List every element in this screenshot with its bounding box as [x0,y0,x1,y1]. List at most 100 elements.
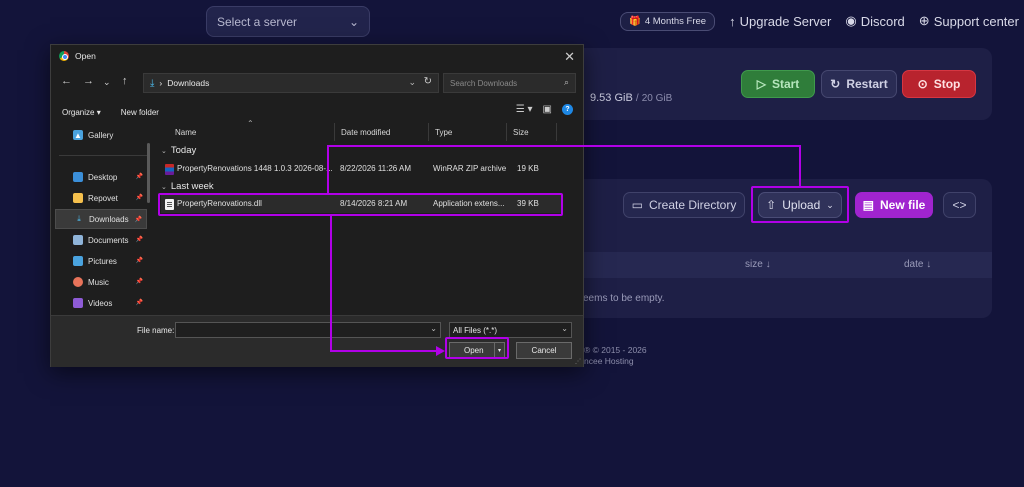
folder-icon [73,193,83,203]
file-row-zip[interactable]: PropertyRenovations 1448 1.0.3 2026-08-.… [161,160,561,178]
pin-icon: 📌 [135,279,143,285]
desktop-icon [73,172,83,182]
free-badge[interactable]: 🎁 4 Months Free [620,11,716,31]
server-select[interactable]: Select a server ⌄ [206,6,370,37]
date-modified-column-header[interactable]: Date modified [335,123,429,141]
discord-link[interactable]: ◉ Discord [845,13,904,29]
chevron-down-icon[interactable]: ⌄ [430,324,437,333]
create-directory-button[interactable]: ▭ Create Directory [623,192,745,218]
upgrade-server-link[interactable]: ↑ Upgrade Server [729,14,831,29]
file-date: 8/14/2026 8:21 AM [340,199,408,208]
documents-icon [73,235,83,245]
sidebar-item-repovet[interactable]: Repovet 📌 [55,188,147,208]
upload-label: Upload [782,198,821,212]
new-folder-button[interactable]: New folder [121,108,159,117]
sidebar-item-documents[interactable]: Documents 📌 [55,230,147,250]
resize-grip-icon[interactable]: ⋰ [575,358,581,365]
file-row-dll[interactable]: PropertyRenovations.dll 8/14/2026 8:21 A… [161,195,561,213]
file-icon: ▤ [862,198,874,212]
file-size: 39 KB [517,199,539,208]
chevron-down-icon: ⌄ [826,199,834,210]
file-type-value: All Files (*.*) [453,325,498,335]
lifebuoy-icon: ⊕ [918,13,930,28]
start-button[interactable]: ▷ Start [741,70,815,98]
size-column-header[interactable]: size ↓ [745,259,771,270]
group-last-week[interactable]: ⌄ Last week [161,181,214,192]
file-date: 8/22/2026 11:26 AM [340,164,412,173]
type-column-header[interactable]: Type [429,123,507,141]
sidebar-item-label: Downloads [89,214,129,224]
open-label: Open [464,346,484,355]
sidebar-item-gallery[interactable]: ▲ Gallery [55,125,147,145]
sidebar-divider [59,155,147,156]
upload-button[interactable]: ⇧ Upload ⌄ [758,192,842,218]
sidebar-item-desktop[interactable]: Desktop 📌 [55,167,147,187]
sidebar-item-videos[interactable]: Videos 📌 [55,293,147,313]
support-center-link[interactable]: ⊕ Support center [919,13,1019,29]
dialog-nav-row: ← → ⌄ ↑ ⤓ › Downloads ⌄ ↻ Search Downloa… [51,71,583,95]
chevron-down-icon[interactable]: ⌄ [408,77,416,88]
sidebar-item-downloads[interactable]: ⤓ Downloads 📌 [55,209,147,229]
cancel-button[interactable]: Cancel [516,342,572,359]
sidebar-item-pictures[interactable]: Pictures 📌 [55,251,147,271]
play-icon: ▷ [756,77,766,91]
stop-label: Stop [933,77,961,91]
restart-button[interactable]: ↻ Restart [821,70,897,98]
close-icon[interactable]: ✕ [564,49,575,65]
sidebar-item-label: Documents [88,235,129,245]
view-options-icon[interactable]: ☰ ▾ [516,104,533,115]
upgrade-label: Upgrade Server [739,13,832,29]
server-select-label: Select a server [217,14,298,29]
forward-arrow-icon[interactable]: → [83,75,94,87]
address-bar[interactable]: ⤓ › Downloads ⌄ ↻ [143,73,439,93]
discord-label: Discord [860,13,905,29]
back-arrow-icon[interactable]: ← [61,75,72,87]
sidebar-item-label: Videos [88,298,113,308]
start-label: Start [771,77,800,91]
code-icon: <> [952,198,967,212]
disk-total: 20 GiB [641,93,673,104]
file-name: PropertyRenovations 1448 1.0.3 2026-08-.… [177,164,333,173]
breadcrumb-chevron-icon: › [159,78,163,88]
music-icon [73,277,83,287]
dialog-title: Open [75,51,96,61]
file-name-input[interactable]: ⌄ [175,322,441,338]
up-arrow-icon[interactable]: ↑ [122,75,128,87]
open-split-arrow-icon[interactable]: ▾ [494,343,504,358]
new-file-button[interactable]: ▤ New file [855,192,933,218]
recent-chevron-icon[interactable]: ⌄ [103,77,111,88]
stop-button[interactable]: ⊙ Stop [902,70,976,98]
pictures-icon [73,256,83,266]
refresh-icon[interactable]: ↻ [424,76,432,87]
organize-button[interactable]: Organize ▾ [62,108,101,117]
size-column-header[interactable]: Size [507,123,557,141]
sidebar-scrollbar[interactable] [147,143,150,203]
restart-label: Restart [846,77,888,91]
file-list: Name ⌃ Date modified Type Size ⌄ Today P… [157,119,575,313]
free-badge-label: 4 Months Free [644,15,707,27]
search-downloads-input[interactable]: Search Downloads ⌕ [443,73,576,93]
help-icon[interactable]: ? [562,104,573,115]
file-type-select[interactable]: All Files (*.*) ⌄ [449,322,572,338]
gift-icon: 🎁 [629,15,641,27]
group-today[interactable]: ⌄ Today [161,145,196,156]
size-header-label: size [745,259,763,270]
chevron-down-icon: ⌄ [161,183,167,191]
file-type: WinRAR ZIP archive [433,164,507,173]
open-file-dialog: Open ✕ ← → ⌄ ↑ ⤓ › Downloads ⌄ ↻ Search … [50,44,584,367]
support-label: Support center [933,13,1019,29]
date-column-header[interactable]: date ↓ [904,259,931,270]
open-button[interactable]: Open ▾ [449,342,505,359]
code-toggle-button[interactable]: <> [943,192,976,218]
name-header-label: Name [175,127,197,137]
group-label: Last week [170,181,214,192]
chevron-down-icon: ⌄ [161,147,167,155]
folder-plus-icon: ▭ [631,198,643,212]
pin-icon: 📌 [135,237,143,243]
sidebar-item-music[interactable]: Music 📌 [55,272,147,292]
preview-pane-icon[interactable]: ▣ [543,104,552,115]
name-column-header[interactable]: Name ⌃ [167,119,335,141]
empty-directory-message: seems to be empty. [578,293,665,304]
dialog-titlebar[interactable]: Open ✕ [51,45,583,67]
sidebar-item-label: Repovet [88,193,118,203]
